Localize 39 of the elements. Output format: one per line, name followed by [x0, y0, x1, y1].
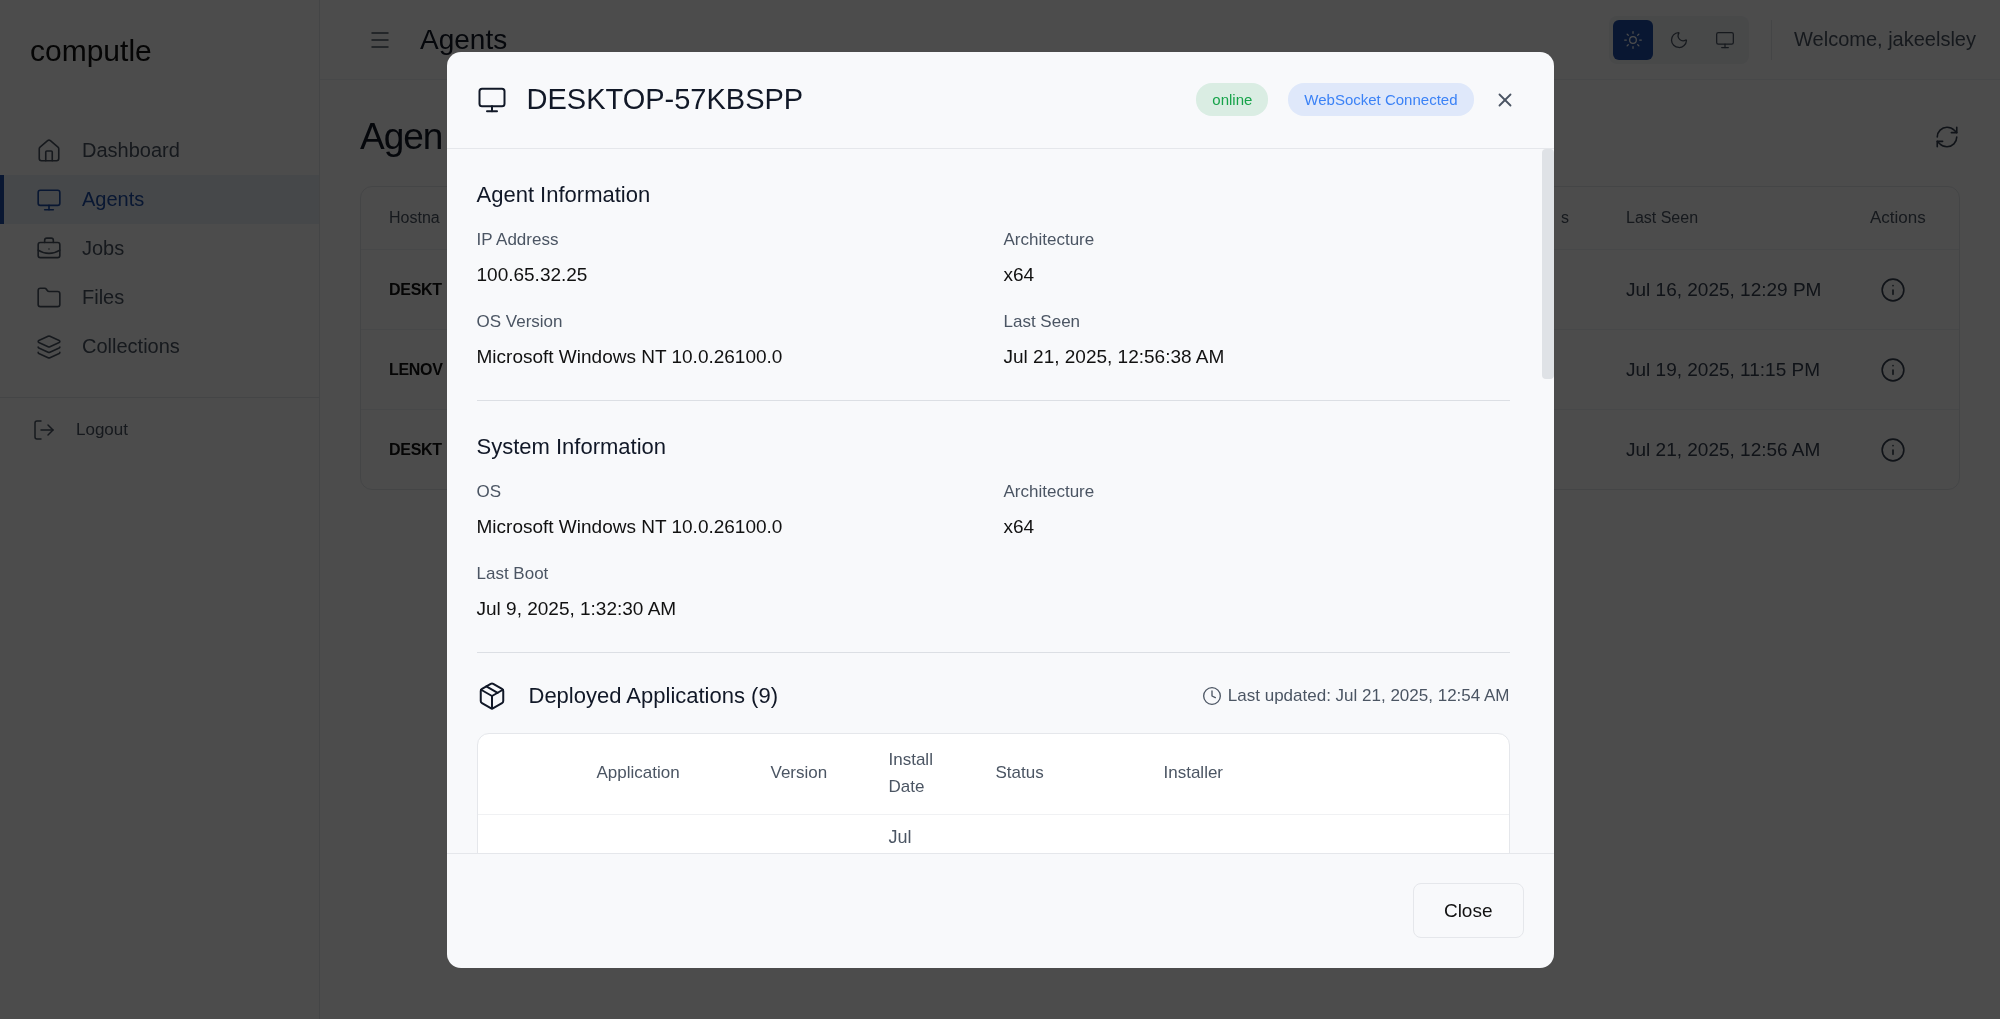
- column-header: Install Date: [888, 749, 933, 798]
- header-title: Agents: [420, 23, 509, 56]
- status-badge: online: [1196, 83, 1269, 116]
- last-updated-text: Last updated: Jul 21, 2025, 12:54 AM: [1227, 685, 1510, 706]
- section-title: Deployed Applications (9): [528, 682, 779, 709]
- column-header: Installer: [1163, 762, 1224, 785]
- dialog-title: DESKTOP-57KBSPP: [526, 83, 805, 116]
- hostname-cell: LENOV: [389, 360, 443, 379]
- app-logo: computle: [29, 34, 153, 68]
- column-header: Status: [995, 762, 1044, 785]
- column-header: Version: [770, 762, 828, 785]
- page-title: Agen: [360, 116, 443, 158]
- field-label: Architecture: [1003, 229, 1096, 250]
- field-value: Microsoft Windows NT 10.0.26100.0: [476, 345, 784, 368]
- field-label: OS: [476, 481, 503, 502]
- field-label: OS Version: [476, 311, 564, 332]
- field-label: Architecture: [1003, 481, 1096, 502]
- close-button[interactable]: Close: [1412, 883, 1524, 938]
- field-value: 100.65.32.25: [476, 263, 589, 286]
- section-title: System Information: [476, 433, 667, 460]
- field-value: Jul 9, 2025, 1:32:30 AM: [476, 597, 678, 620]
- column-header: Application: [596, 762, 680, 785]
- status-badge: WebSocket Connected: [1288, 83, 1474, 116]
- field-value: x64: [1003, 263, 1036, 286]
- field-value: x64: [1003, 515, 1036, 538]
- section-title: Agent Information: [476, 181, 652, 208]
- clock-icon: [1201, 685, 1222, 706]
- scrollbar-thumb[interactable]: [1541, 148, 1554, 379]
- last-seen-cell: Jul 19, 2025, 11:15 PM: [1626, 358, 1820, 381]
- hostname-cell: DESKT: [389, 280, 442, 299]
- hostname-cell: DESKT: [389, 440, 442, 459]
- last-seen-cell: Jul 21, 2025, 12:56 AM: [1626, 438, 1821, 461]
- field-label: Last Boot: [476, 563, 550, 584]
- last-seen-cell: Jul 16, 2025, 12:29 PM: [1626, 278, 1822, 301]
- field-value: Microsoft Windows NT 10.0.26100.0: [476, 515, 784, 538]
- table-cell-text: Jul: [888, 826, 913, 848]
- field-value: Jul 21, 2025, 12:56:38 AM: [1003, 345, 1226, 368]
- field-label: IP Address: [476, 229, 560, 250]
- field-label: Last Seen: [1003, 311, 1082, 332]
